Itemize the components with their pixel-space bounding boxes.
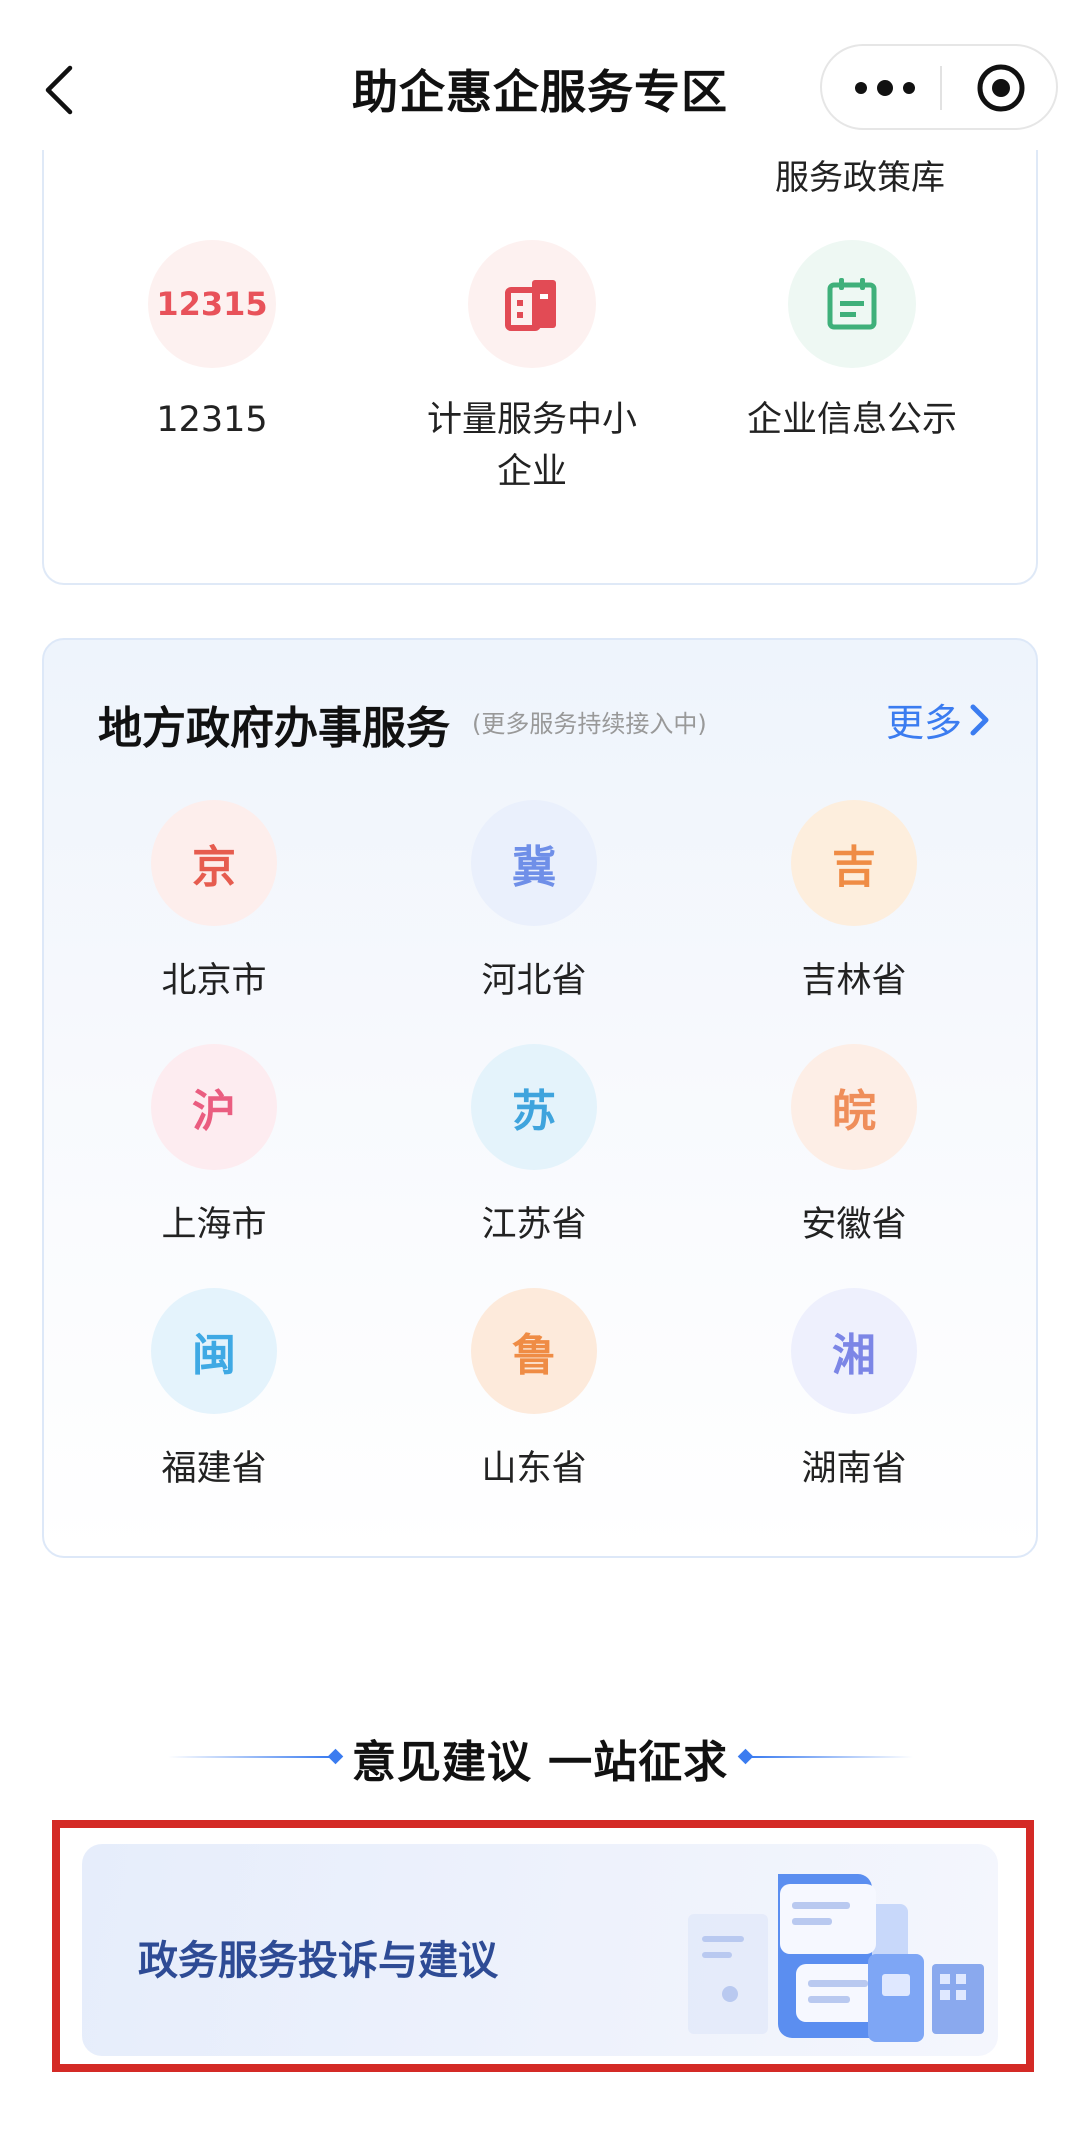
mini-program-capsule: [820, 44, 1058, 130]
province-abbr-icon: 京: [151, 800, 277, 926]
province-name: 上海市: [161, 1205, 267, 1245]
highlight-frame: [52, 1820, 1034, 2072]
province-name: 河北省: [481, 961, 587, 1001]
province-name: 湖南省: [801, 1449, 907, 1489]
province-name: 吉林省: [801, 961, 907, 1001]
province-name: 江苏省: [481, 1205, 587, 1245]
province-abbr-icon: 闽: [151, 1288, 277, 1414]
province-item[interactable]: 闽福建省: [84, 1288, 344, 1491]
province-name: 福建省: [161, 1449, 267, 1489]
service-item-metrics[interactable]: 计量服务中小企业: [382, 240, 682, 498]
province-item[interactable]: 沪上海市: [84, 1044, 344, 1247]
12315-badge-icon: 12315: [148, 240, 276, 368]
province-abbr-icon: 鲁: [471, 1288, 597, 1414]
province-abbr-icon: 苏: [471, 1044, 597, 1170]
service-item-12315[interactable]: 12315 12315: [62, 240, 362, 446]
feedback-title: 意见建议 一站征求: [351, 1737, 729, 1788]
province-item[interactable]: 冀河北省: [404, 800, 664, 1003]
more-link-label: 更多: [885, 701, 962, 745]
chevron-right-icon: [970, 704, 989, 735]
capsule-divider: [940, 66, 942, 110]
province-abbr-icon: 吉: [791, 800, 917, 926]
province-item[interactable]: 鲁山东省: [404, 1288, 664, 1491]
nav-bar: 助企惠企服务专区: [0, 0, 1080, 150]
more-dots-icon[interactable]: [842, 66, 928, 110]
province-name: 安徽省: [801, 1205, 907, 1245]
service-label: 计量服务中小企业: [426, 400, 637, 492]
target-close-icon[interactable]: [958, 56, 1044, 120]
service-label: 企业信息公示: [746, 400, 957, 440]
section-subtitle: (更多服务持续接入中): [472, 710, 707, 738]
section-title: 地方政府办事服务: [98, 703, 450, 754]
province-name: 山东省: [481, 1449, 587, 1489]
feedback-header: 意见建议 一站征求: [0, 1720, 1080, 1790]
metrics-building-icon: [468, 240, 596, 368]
province-abbr-icon: 沪: [151, 1044, 277, 1170]
service-label: 12315: [156, 400, 268, 440]
province-item[interactable]: 湘湖南省: [724, 1288, 984, 1491]
service-item-info-disclosure[interactable]: 企业信息公示: [702, 240, 1002, 446]
decor-line-right: [751, 1756, 913, 1758]
province-abbr-icon: 湘: [791, 1288, 917, 1414]
info-calendar-icon: [788, 240, 916, 368]
province-name: 北京市: [161, 961, 267, 1001]
province-abbr-icon: 皖: [791, 1044, 917, 1170]
province-item[interactable]: 皖安徽省: [724, 1044, 984, 1247]
province-abbr-icon: 冀: [471, 800, 597, 926]
more-link[interactable]: 更多: [886, 692, 992, 747]
province-item[interactable]: 吉吉林省: [724, 800, 984, 1003]
policy-library-label[interactable]: 服务政策库: [690, 150, 1030, 199]
province-item[interactable]: 苏江苏省: [404, 1044, 664, 1247]
province-item[interactable]: 京北京市: [84, 800, 344, 1003]
